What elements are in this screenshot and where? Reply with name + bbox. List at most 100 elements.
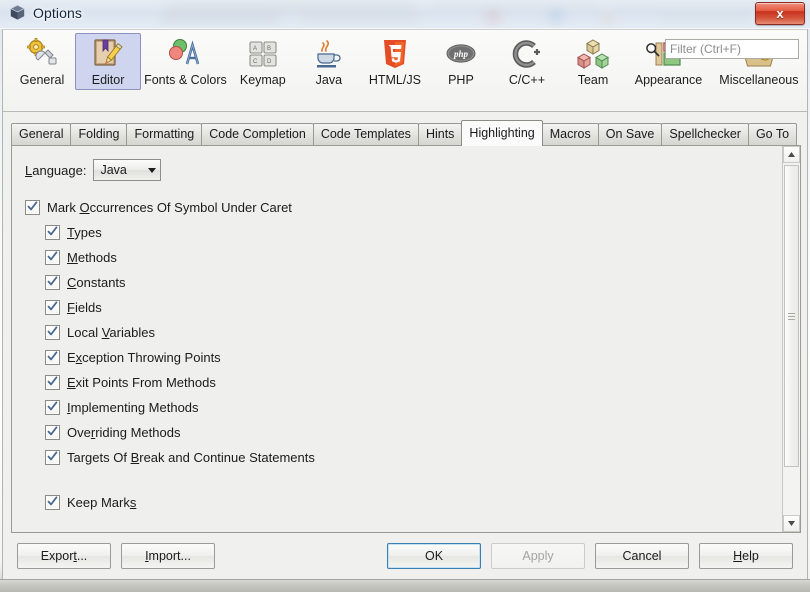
checkbox-local-variables[interactable]: Local Variables [45, 320, 782, 345]
category-keymap[interactable]: A B C D Keymap [230, 33, 296, 90]
window-title: Options [33, 4, 82, 21]
checkbox-label: Overriding Methods [67, 425, 181, 440]
checkbox-box [45, 450, 60, 465]
language-combobox[interactable]: Java [93, 159, 162, 181]
close-button[interactable]: x [755, 2, 805, 25]
category-label: Java [315, 73, 343, 87]
cube-icon [9, 4, 26, 21]
filter-input[interactable] [665, 39, 799, 59]
checkbox-implementing-methods[interactable]: Implementing Methods [45, 395, 782, 420]
tab-spellchecker[interactable]: Spellchecker [661, 123, 749, 145]
checkbox-box [45, 495, 60, 510]
checkbox-label: Exception Throwing Points [67, 350, 221, 365]
apply-button: Apply [491, 543, 585, 569]
window-bottom-edge [0, 579, 810, 592]
category-label: Appearance [634, 73, 703, 87]
filter-area [645, 39, 799, 59]
category-php[interactable]: php PHP [428, 33, 494, 90]
help-button[interactable]: Help [699, 543, 793, 569]
checkbox-keep-marks[interactable]: Keep Marks [45, 490, 782, 515]
chevron-down-icon [148, 167, 157, 173]
checkbox-fields[interactable]: Fields [45, 295, 782, 320]
tab-go-to[interactable]: Go To [747, 123, 798, 145]
tab-folding[interactable]: Folding [70, 123, 128, 145]
import-button[interactable]: Import... [121, 543, 215, 569]
tab-strip-area: General Folding Formatting Code Completi… [3, 112, 807, 146]
language-value: Java [100, 163, 127, 177]
options-dialog-window: Options x General Editor Fonts & Colors … [0, 0, 810, 580]
checkbox-box [45, 250, 60, 265]
category-toolbar: General Editor Fonts & Colors A B C D Ke… [3, 30, 807, 112]
checkbox-box [45, 375, 60, 390]
triangle-down-icon [788, 521, 795, 526]
category-c-cpp[interactable]: C/C++ [494, 33, 560, 90]
language-label: Language: [25, 162, 87, 178]
ok-button[interactable]: OK [387, 543, 481, 569]
tab-general[interactable]: General [11, 123, 72, 145]
category-team[interactable]: Team [560, 33, 626, 90]
tab-highlighting[interactable]: Highlighting [461, 120, 543, 146]
checkbox-types[interactable]: Types [45, 220, 782, 245]
category-label: Miscellaneous [719, 73, 799, 87]
cancel-button[interactable]: Cancel [595, 543, 689, 569]
checkbox-label: Methods [67, 250, 117, 265]
svg-text:B: B [267, 46, 271, 52]
export-button[interactable]: Expor t... [17, 543, 111, 569]
checkbox-box [45, 425, 60, 440]
checkbox-label: Local Variables [67, 325, 155, 340]
tab-formatting[interactable]: Formatting [126, 123, 203, 145]
tab-code-templates[interactable]: Code Templates [312, 123, 419, 145]
tab-on-save[interactable]: On Save [597, 123, 663, 145]
checkbox-overriding-methods[interactable]: Overriding Methods [45, 420, 782, 445]
close-icon: x [776, 6, 784, 21]
category-java[interactable]: Java [296, 33, 362, 90]
checkbox-label: Fields [67, 300, 102, 315]
checkbox-label: Keep Marks [67, 495, 137, 510]
checkbox-label: Mark Occurrences Of Symbol Under Caret [47, 200, 292, 215]
svg-text:D: D [267, 59, 272, 65]
checkbox-label: Implementing Methods [67, 400, 199, 415]
checkbox-exit-points-from-methods[interactable]: Exit Points From Methods [45, 370, 782, 395]
highlighting-panel: Language: Java Mark Occurrences Of Symbo… [11, 145, 801, 533]
scrollbar-track[interactable] [783, 163, 800, 515]
title-bar: Options x [0, 0, 810, 29]
checkbox-label: Types [67, 225, 102, 240]
checkbox-box [45, 275, 60, 290]
checkbox-methods[interactable]: Methods [45, 245, 782, 270]
tab-code-completion[interactable]: Code Completion [201, 123, 314, 145]
tab-macros[interactable]: Macros [541, 123, 599, 145]
scrollbar-grip-icon [788, 311, 795, 322]
scroll-down-button[interactable] [783, 515, 800, 532]
svg-text:C: C [253, 59, 258, 65]
scrollbar-thumb[interactable] [784, 165, 799, 467]
checkbox-box [45, 300, 60, 315]
checkbox-label: Constants [67, 275, 126, 290]
dialog-body: General Editor Fonts & Colors A B C D Ke… [2, 29, 808, 580]
checkbox-label: Targets Of Break and Continue Statements [67, 450, 315, 465]
checkbox-targets-of-break-and-continue[interactable]: Targets Of Break and Continue Statements [45, 445, 782, 470]
category-label: PHP [448, 73, 474, 87]
checkbox-label: Exit Points From Methods [67, 375, 216, 390]
scroll-up-button[interactable] [783, 146, 800, 163]
search-icon [645, 42, 660, 57]
tab-strip: General Folding Formatting Code Completi… [11, 120, 801, 146]
checkbox-box [45, 350, 60, 365]
svg-text:php: php [453, 49, 469, 59]
vertical-scrollbar[interactable] [782, 146, 800, 532]
category-label: General [19, 73, 65, 87]
panel-content: Language: Java Mark Occurrences Of Symbo… [12, 146, 782, 532]
category-general[interactable]: General [9, 33, 75, 90]
checkbox-box [25, 200, 40, 215]
tab-hints[interactable]: Hints [417, 123, 463, 145]
checkbox-mark-occurrences[interactable]: Mark Occurrences Of Symbol Under Caret [25, 195, 782, 220]
category-editor[interactable]: Editor [75, 33, 142, 90]
category-label: Team [577, 73, 609, 87]
checkbox-box [45, 325, 60, 340]
category-label: HTML/JS [368, 73, 421, 87]
options-checkbox-list: Mark Occurrences Of Symbol Under Caret T… [25, 195, 782, 515]
checkbox-constants[interactable]: Constants [45, 270, 782, 295]
category-fonts-and-colors[interactable]: Fonts & Colors [141, 33, 230, 90]
category-html-js[interactable]: HTML/JS [362, 33, 428, 90]
checkbox-exception-throwing-points[interactable]: Exception Throwing Points [45, 345, 782, 370]
checkbox-box [45, 225, 60, 240]
